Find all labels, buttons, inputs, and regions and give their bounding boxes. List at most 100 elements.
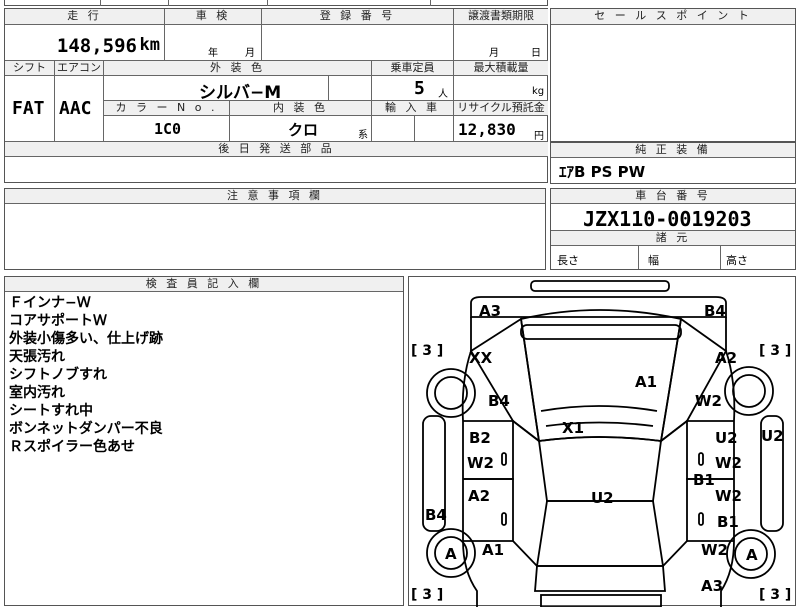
recycle-value-cell: 12,830 円 (454, 116, 548, 142)
capacity-header: 乗車定員 (372, 61, 454, 76)
cabin-left-shape (469, 317, 541, 444)
diagram-label: A (445, 545, 457, 563)
mileage-header: 走 行 (5, 9, 165, 25)
inspection-header: 車 検 (165, 9, 262, 25)
diagram-label: A1 (482, 541, 504, 559)
diagram-label: B4 (488, 392, 510, 410)
diagram-label: A2 (715, 349, 737, 367)
chassis-no-value: JZX110-0019203 (583, 207, 752, 231)
inspector-note-line: Ｒスポイラー色あせ (9, 439, 135, 455)
spec-height-label: 高さ (726, 254, 748, 267)
transfer-deadline-value-cell: 月 日 (454, 25, 548, 61)
mileage-value-cell: 148,596 km (5, 25, 165, 61)
inspector-note-line: シートすれ中 (9, 403, 93, 419)
tire-label: [ 3 ] (411, 587, 443, 603)
inspector-note-line: 室内汚れ (9, 385, 65, 401)
diagram-label: B2 (469, 429, 491, 447)
inspector-notes-header: 検 査 員 記 入 欄 (5, 277, 403, 292)
shift-value: FAT (12, 98, 45, 119)
exterior-color-extra-cell (329, 76, 372, 101)
sales-points-box: セ ー ル ス ポ イ ン ト (550, 8, 796, 142)
inspector-notes-list: Ｆインナ−Ｗ コアサポートＷ 外装小傷多い、仕上げ跡 天張汚れ シフトノブすれ … (9, 294, 163, 456)
handle-shape (501, 512, 507, 526)
shift-value-cell: FAT (5, 76, 55, 142)
car-diagram: A3 B4 XX A2 A1 B4 W2 X1 B2 U2 U2 W2 W2 B… (411, 280, 791, 607)
handle-shape (698, 512, 704, 526)
inspector-note-line: 外装小傷多い、仕上げ跡 (9, 331, 163, 347)
registration-header: 登 録 番 号 (262, 9, 454, 25)
registration-value-cell (262, 25, 454, 61)
mileage-value: 148,596 (56, 35, 137, 57)
roof-lines-shape (540, 405, 658, 427)
diagram-label: B1 (693, 471, 715, 489)
spec-width-cell: 幅 (639, 246, 721, 269)
hood-front-shape (470, 296, 727, 318)
inspection-value-cell: 年 月 (165, 25, 262, 61)
aircon-header: エアコン (55, 61, 104, 76)
inspector-note-line: ボンネットダンパー不良 (9, 421, 163, 437)
interior-color-suffix: 系 (358, 130, 368, 141)
shift-header: シフト (5, 61, 55, 76)
cabin-right-shape (659, 317, 728, 444)
spec-height-cell: 高さ (721, 246, 795, 269)
car-diagram-box: A3 B4 XX A2 A1 B4 W2 X1 B2 U2 U2 W2 W2 B… (408, 276, 796, 607)
diagram-label: B4 (704, 302, 726, 320)
interior-color-value: クロ (288, 121, 319, 139)
vehicle-info-grid: 走 行 車 検 登 録 番 号 譲渡書類期限 148,596 km 年 月 月 … (4, 8, 548, 183)
chassis-box: 車 台 番 号 JZX110-0019203 諸 元 長さ 幅 高さ (550, 188, 796, 270)
trunk-shape (540, 594, 662, 607)
mileage-unit: km (139, 35, 160, 55)
body-outline-shape (461, 317, 736, 607)
later-parts-header: 後 日 発 送 部 品 (5, 142, 548, 157)
diagram-label: A1 (635, 373, 657, 391)
sales-points-header: セ ー ル ス ポ イ ン ト (551, 9, 795, 25)
transfer-month-unit: 月 (489, 48, 499, 59)
inspector-note-line: シフトノブすれ (9, 367, 107, 383)
max-load-unit: kg (532, 86, 545, 97)
spec-length-label: 長さ (557, 254, 579, 267)
diagram-label: A2 (468, 487, 490, 505)
import-car-header: 輸 入 車 (372, 101, 454, 116)
handle-shape (501, 452, 507, 466)
capacity-unit: 人 (438, 89, 448, 100)
inspector-note-line: Ｆインナ−Ｗ (9, 295, 91, 311)
diagram-label: U2 (761, 427, 784, 445)
exterior-color-value-cell: シルバ−M (104, 76, 329, 101)
max-load-header: 最大積載量 (454, 61, 548, 76)
color-no-header: カ ラ ー N o . (104, 101, 230, 116)
genuine-equipment-header: 純 正 装 備 (551, 143, 795, 158)
transfer-day-unit: 日 (531, 48, 541, 59)
import-car-value-cell (372, 116, 415, 142)
diagram-label: W2 (715, 454, 742, 472)
diagram-label: XX (469, 349, 493, 367)
diagram-label: B1 (717, 513, 739, 531)
exterior-color-value: シルバ−M (199, 83, 282, 101)
transfer-deadline-header: 譲渡書類期限 (454, 9, 548, 25)
tire-label: [ 3 ] (759, 343, 791, 359)
diagram-label: U2 (591, 489, 614, 507)
aircon-value-cell: AAC (55, 76, 104, 142)
chassis-no-value-cell: JZX110-0019203 (551, 204, 795, 231)
tire-label: [ 3 ] (759, 587, 791, 603)
interior-color-header: 内 装 色 (230, 101, 372, 116)
hood-grille-shape (520, 324, 682, 340)
genuine-equipment-box: 純 正 装 備 ｴｱB PS PW (550, 142, 796, 184)
diagram-label: A (746, 546, 758, 564)
diagram-label: W2 (715, 487, 742, 505)
capacity-value-cell: 5 人 (372, 76, 454, 101)
specs-header: 諸 元 (551, 231, 795, 246)
capacity-value: 5 (414, 78, 425, 99)
diagram-label: B4 (425, 506, 447, 524)
interior-color-value-cell: クロ 系 (230, 116, 372, 142)
tire-label: [ 3 ] (411, 343, 443, 359)
recycle-unit: 円 (534, 131, 544, 142)
color-no-value: 1C0 (154, 120, 182, 138)
color-no-value-cell: 1C0 (104, 116, 230, 142)
spec-width-label: 幅 (648, 254, 659, 267)
top-cut-row (4, 0, 548, 6)
diagram-label: X1 (562, 419, 584, 437)
aircon-value: AAC (59, 98, 92, 119)
roof-shape (535, 500, 665, 567)
inspector-notes-box: 検 査 員 記 入 欄 Ｆインナ−Ｗ コアサポートＷ 外装小傷多い、仕上げ跡 天… (4, 276, 404, 606)
rear-shape (534, 565, 666, 592)
